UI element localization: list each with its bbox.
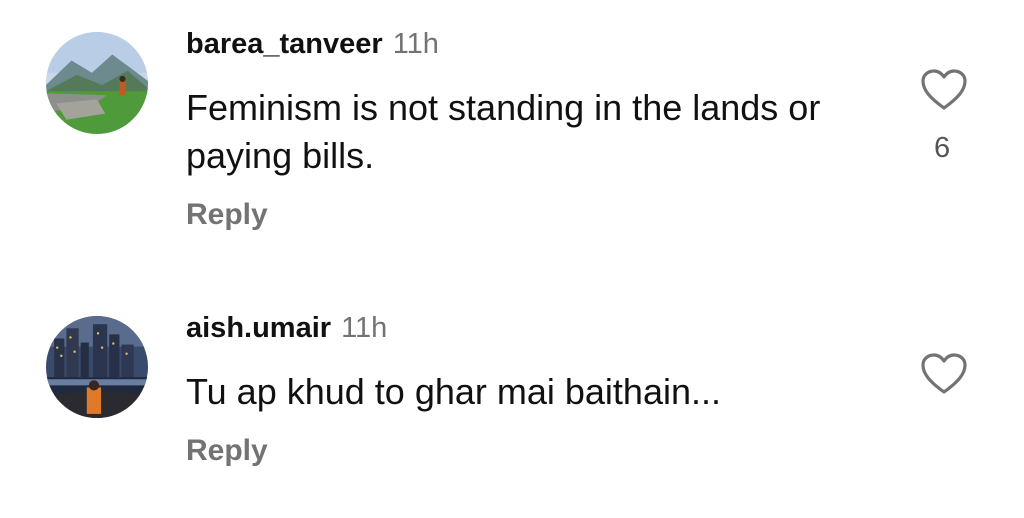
comment-meta: aish.umair 11h <box>186 312 387 345</box>
heart-outline-icon <box>921 353 967 394</box>
avatar[interactable] <box>46 316 148 418</box>
comment-item: aish.umair 11h Tu ap khud to ghar mai bai… <box>0 0 1024 518</box>
like-button[interactable] <box>920 352 968 396</box>
city-night-avatar-image <box>46 316 148 418</box>
comment-text: Tu ap khud to ghar mai baithain... <box>186 371 721 412</box>
reply-button[interactable]: Reply <box>186 434 268 468</box>
timestamp: 11h <box>341 312 388 344</box>
username[interactable]: aish.umair <box>186 312 331 344</box>
